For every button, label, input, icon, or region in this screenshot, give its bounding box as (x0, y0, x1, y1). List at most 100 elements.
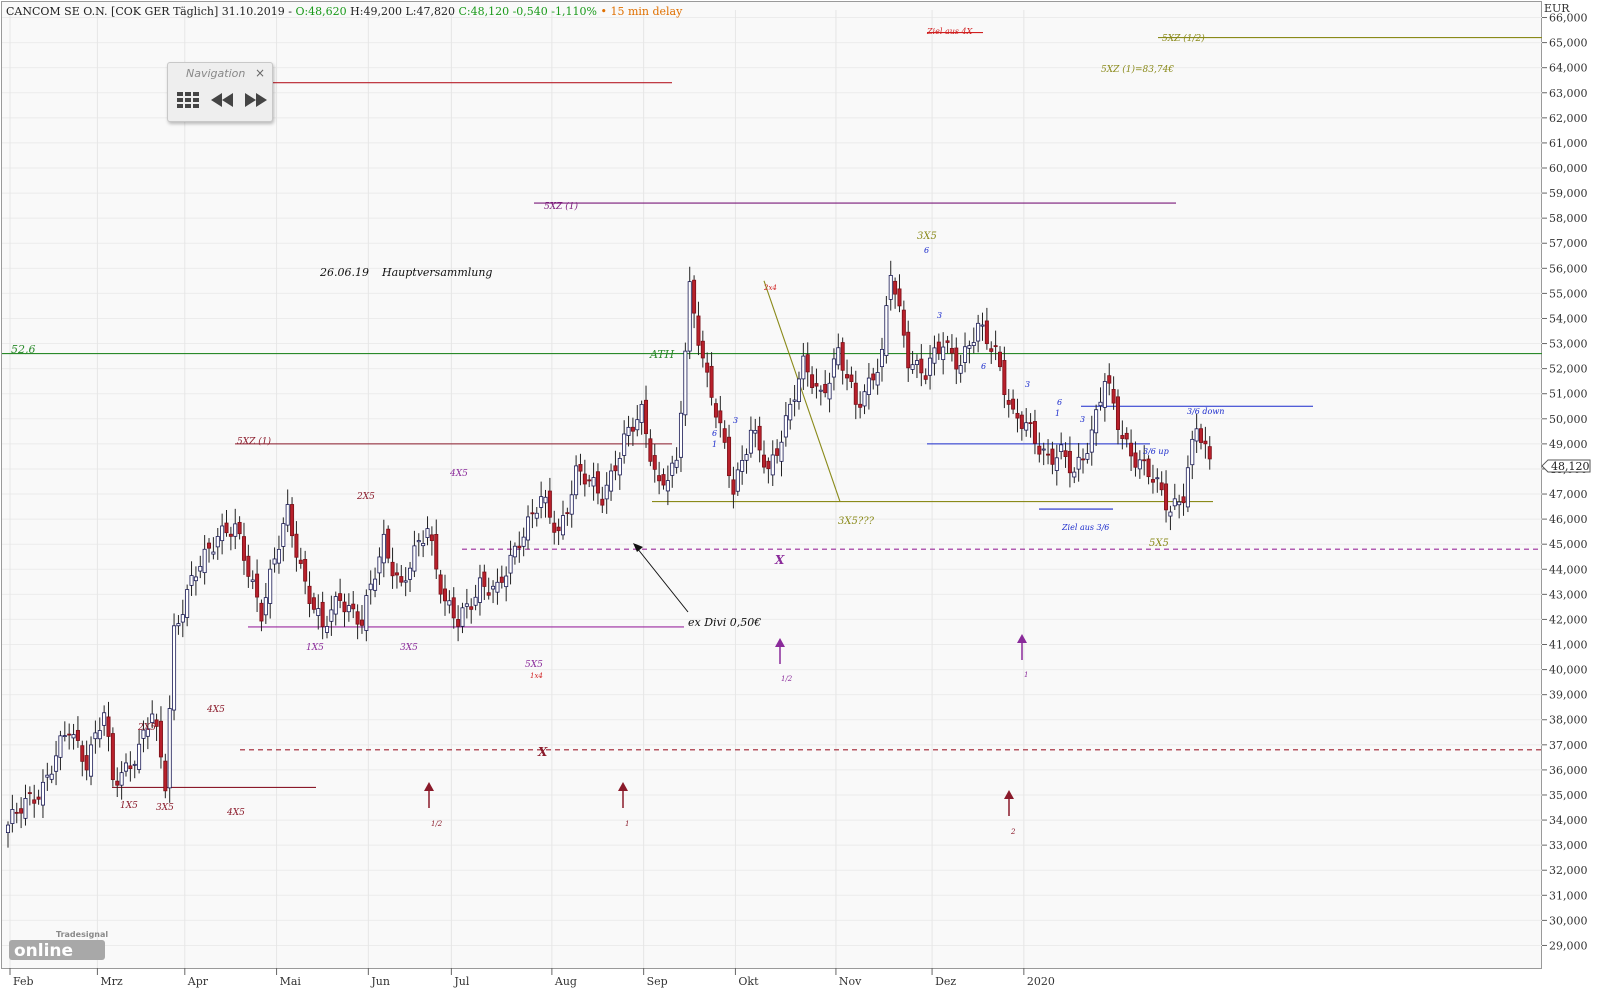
candle-body-up (534, 512, 539, 519)
grid-menu-icon[interactable] (176, 91, 200, 113)
y-tick-label: 39,000 (1549, 689, 1588, 702)
navigation-panel[interactable]: Navigation × (167, 62, 273, 122)
annotation-label: 3/6 down (1187, 407, 1224, 416)
annotation-label: X (774, 553, 785, 567)
y-tick-label: 46,000 (1549, 513, 1588, 526)
candle-body-up (447, 600, 452, 606)
navigation-title: Navigation (186, 67, 246, 80)
candle-body-down (945, 340, 950, 343)
candle[interactable] (110, 727, 115, 787)
x-tick-label: Jul (453, 975, 469, 988)
candle-body-up (89, 744, 94, 777)
candle[interactable] (172, 613, 177, 721)
y-tick-label: 43,000 (1549, 588, 1588, 601)
candle-body-down (775, 448, 780, 456)
candle-body-down (19, 808, 24, 814)
candle-body-down (355, 611, 360, 625)
candle-body-down (451, 597, 456, 619)
fast-forward-icon[interactable] (244, 92, 268, 112)
candle-body-up (526, 516, 531, 541)
annotation-label: 3/6 up (1143, 447, 1169, 456)
candle-body-down (80, 745, 85, 762)
close-icon[interactable]: × (255, 66, 265, 80)
candle-body-down (661, 474, 666, 486)
candle-body-down (1164, 483, 1169, 511)
candle-body-up (250, 579, 255, 582)
annotation-label: 5XZ (1)=83,74€ (1101, 64, 1174, 75)
candle-body-up (875, 372, 880, 386)
candle-body-down (390, 561, 395, 577)
candle-body-up (1168, 511, 1173, 517)
annotation-label: ATH (649, 348, 675, 361)
high-low-values: H:49,200 L:47,820 (350, 5, 455, 18)
price-chart[interactable]: Feb Mrz Apr Mai Jun Jul Aug Sep Okt Nov Dez 2020 EU… (0, 0, 1599, 990)
candle-body-down (989, 348, 994, 352)
candle-body-down (342, 601, 347, 613)
candle-body-up (801, 355, 806, 380)
candle[interactable] (167, 695, 172, 803)
candle-body-up (1194, 428, 1199, 442)
annotation-label: 6 (924, 246, 929, 255)
candle-body-up (783, 415, 788, 438)
x-tick-label: Mai (280, 975, 302, 988)
candle-body-down (853, 382, 858, 405)
candle-body-up (198, 565, 203, 572)
candle-body-down (469, 606, 474, 610)
candle-body-up (687, 281, 692, 352)
annotation-label: 1X5 (120, 801, 138, 811)
candle-body-down (1046, 453, 1051, 456)
candle-body-up (421, 542, 426, 547)
candle-body-down (731, 479, 736, 495)
candle-body-down (36, 796, 41, 800)
y-tick-label: 66,000 (1549, 12, 1588, 25)
candle-body-down (1107, 375, 1112, 384)
candle-body-down (766, 460, 771, 470)
y-tick-label: 55,000 (1549, 287, 1588, 300)
candle-body-up (635, 419, 640, 431)
candle-body-down (14, 811, 19, 814)
annotation-label: Hauptversammlung (381, 266, 492, 279)
candle-body-up (1072, 471, 1077, 478)
candle-body-up (539, 496, 544, 508)
candle-body-up (910, 364, 915, 370)
candle-body-down (158, 720, 163, 758)
y-tick-label: 64,000 (1549, 62, 1588, 75)
candle-body-down (84, 755, 89, 771)
candle-body-down (871, 373, 876, 381)
candle[interactable] (683, 342, 688, 426)
candle[interactable] (884, 295, 889, 364)
candle-body-up (941, 346, 946, 361)
candle[interactable] (386, 525, 391, 564)
candle-body-down (1050, 448, 1055, 465)
candle-body-up (172, 625, 177, 711)
candle-body-down (713, 403, 718, 418)
candle-body-down (32, 799, 37, 804)
annotation-label: 4X5 (226, 808, 245, 818)
annotation-label: 3X5??? (838, 516, 875, 527)
annotation-label: 1X5 (306, 643, 324, 653)
candle-body-down (1181, 496, 1186, 504)
y-tick-label: 37,000 (1549, 739, 1588, 752)
candle-body-down (919, 358, 924, 374)
candle-body-up (543, 496, 548, 504)
candle-body-up (665, 480, 670, 492)
candle-body-up (137, 743, 142, 770)
candle-body-down (1150, 479, 1155, 483)
candle-body-down (482, 571, 487, 587)
candle-body-down (1146, 458, 1151, 478)
candle-body-up (97, 730, 102, 740)
candle-body-up (364, 595, 369, 631)
candle-body-up (866, 377, 871, 395)
candle-body-down (294, 533, 299, 558)
candle-body-up (268, 568, 273, 604)
annotation-label: 3X5 (400, 643, 418, 653)
candle-body-up (425, 528, 430, 538)
y-tick-label: 42,000 (1549, 613, 1588, 626)
rewind-icon[interactable] (210, 92, 234, 112)
candle-body-up (54, 755, 59, 772)
last-price-label: 48,120 (1551, 460, 1590, 473)
candle-body-down (696, 315, 701, 346)
annotation-label: 2X5 (356, 492, 375, 502)
x-tick-label: Feb (13, 975, 34, 988)
candle-body-up (40, 781, 45, 806)
